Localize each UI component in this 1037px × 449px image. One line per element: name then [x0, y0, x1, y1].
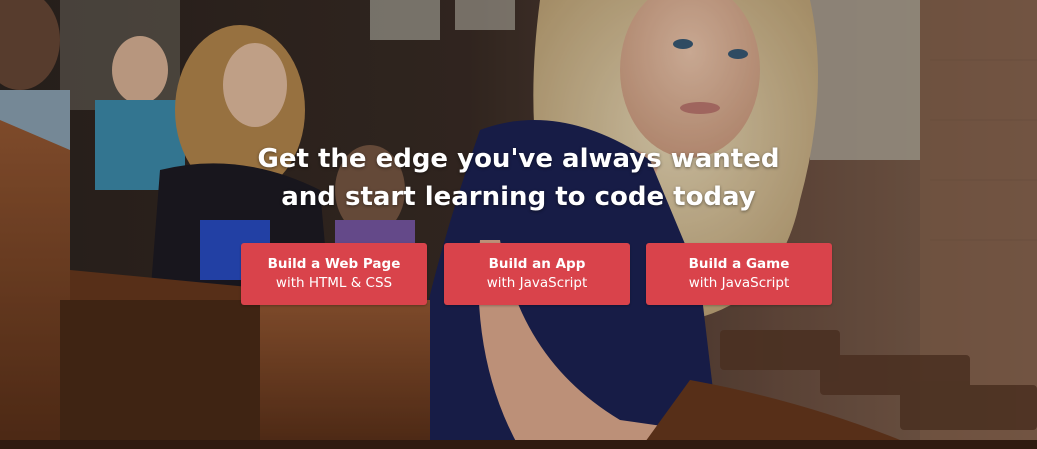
- headline-line-2: and start learning to code today: [281, 182, 756, 212]
- headline-line-1: Get the edge you've always wanted: [257, 144, 780, 174]
- background-overlay: [0, 0, 1037, 449]
- button-title: Build an App: [488, 256, 586, 272]
- button-subtitle: with JavaScript: [688, 275, 790, 291]
- button-subtitle: with HTML & CSS: [275, 275, 393, 291]
- build-game-button[interactable]: Build a Game with JavaScript: [646, 243, 832, 305]
- button-title: Build a Game: [688, 256, 790, 272]
- hero-banner: Get the edge you've always wanted and st…: [0, 0, 1037, 449]
- button-subtitle: with JavaScript: [486, 275, 588, 291]
- button-title: Build a Web Page: [267, 256, 401, 272]
- build-app-button[interactable]: Build an App with JavaScript: [444, 243, 630, 305]
- hero-headline: Get the edge you've always wanted and st…: [0, 140, 1037, 216]
- cta-button-group: Build a Web Page with HTML & CSS Build a…: [241, 243, 832, 305]
- build-web-page-button[interactable]: Build a Web Page with HTML & CSS: [241, 243, 427, 305]
